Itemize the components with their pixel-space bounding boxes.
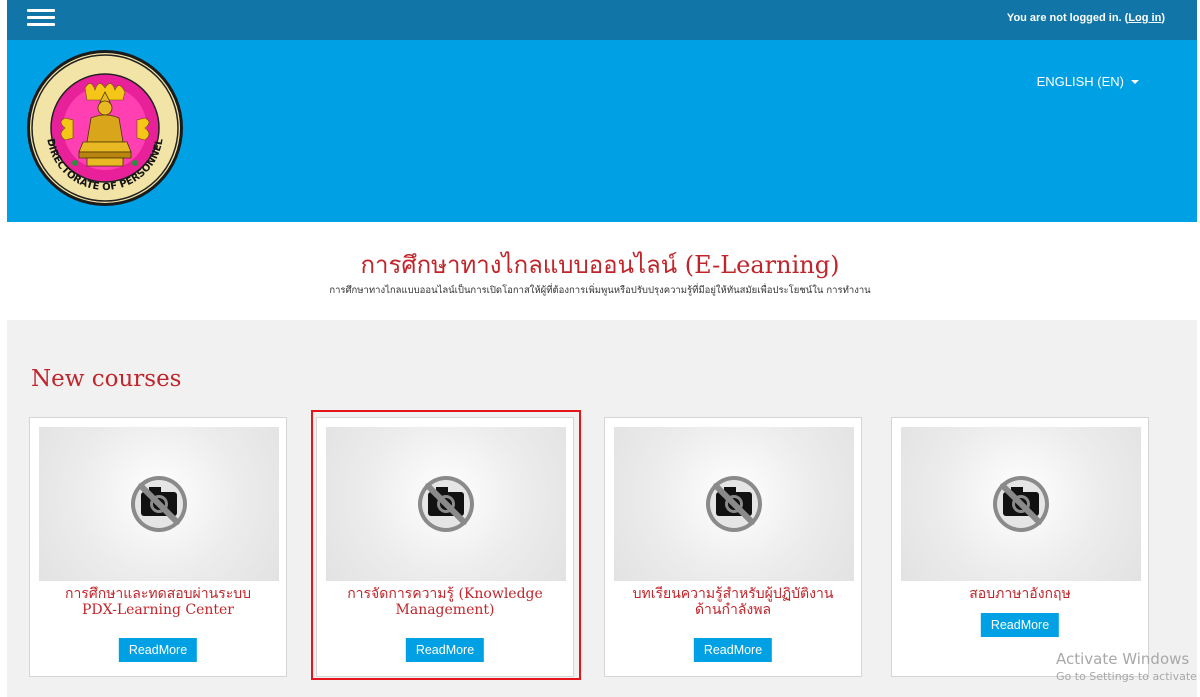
directorate-of-personnel-seal[interactable]: DIRECTORATE OF PERSONNEL (25, 48, 185, 208)
course-card[interactable]: การจัดการความรู้ (Knowledge Management) … (316, 417, 574, 677)
readmore-button[interactable]: ReadMore (980, 613, 1060, 637)
course-title[interactable]: การศึกษาและทดสอบผ่านระบบ PDX-Learning Ce… (38, 586, 278, 618)
site-header: DIRECTORATE OF PERSONNEL ENGLISH (EN) (7, 40, 1197, 222)
language-selector[interactable]: ENGLISH (EN) (1037, 74, 1139, 89)
site-title: การศึกษาทางไกลแบบออนไลน์ (E-Learning) (360, 251, 840, 279)
course-title-line2: PDX-Learning Center (81, 602, 234, 618)
course-title-line2: ด้านกำลังพล (694, 602, 772, 618)
course-image-placeholder[interactable] (326, 427, 566, 581)
course-card[interactable]: การศึกษาและทดสอบผ่านระบบ PDX-Learning Ce… (29, 417, 287, 677)
course-image-placeholder[interactable] (39, 427, 279, 581)
course-title-line1: บทเรียนความรู้สำหรับผู้ปฏิบัติงาน (632, 586, 834, 602)
readmore-button[interactable]: ReadMore (693, 638, 773, 662)
course-card[interactable]: บทเรียนความรู้สำหรับผู้ปฏิบัติงาน ด้านกำ… (604, 417, 862, 677)
course-title-line1: สอบภาษาอังกฤษ (969, 586, 1071, 602)
no-image-camera-icon (993, 476, 1049, 532)
readmore-button[interactable]: ReadMore (405, 638, 485, 662)
login-link[interactable]: Log in (1128, 12, 1161, 24)
login-status-suffix: ) (1161, 12, 1165, 24)
hamburger-menu-icon[interactable] (27, 5, 55, 29)
no-image-camera-icon (706, 476, 762, 532)
watermark-line2: Go to Settings to activate Windows. (1056, 670, 1200, 683)
course-title[interactable]: การจัดการความรู้ (Knowledge Management) (325, 586, 565, 618)
readmore-button[interactable]: ReadMore (118, 638, 198, 662)
course-title-line1: การจัดการความรู้ (Knowledge (347, 586, 543, 602)
top-navbar: You are not logged in. (Log in) (7, 0, 1197, 40)
course-title-line1: การศึกษาและทดสอบผ่านระบบ (64, 586, 252, 602)
course-title[interactable]: บทเรียนความรู้สำหรับผู้ปฏิบัติงาน ด้านกำ… (613, 586, 853, 618)
course-image-placeholder[interactable] (614, 427, 854, 581)
site-subtitle: การศึกษาทางไกลแบบออนไลน์เป็นการเปิดโอกาส… (329, 285, 871, 296)
activate-windows-watermark: Activate Windows Go to Settings to activ… (1056, 650, 1200, 683)
course-card[interactable]: สอบภาษาอังกฤษ ReadMore (891, 417, 1149, 677)
course-title-line2: Management) (395, 602, 495, 618)
no-image-camera-icon (418, 476, 474, 532)
login-status-text: You are not logged in. ( (1006, 12, 1129, 24)
course-title[interactable]: สอบภาษาอังกฤษ (900, 586, 1140, 602)
caret-down-icon (1131, 80, 1139, 84)
course-image-placeholder[interactable] (901, 427, 1141, 581)
login-status: You are not logged in. (Log in) (1007, 12, 1165, 24)
new-courses-heading: New courses (31, 366, 182, 392)
language-label: ENGLISH (EN) (1036, 74, 1124, 89)
no-image-camera-icon (131, 476, 187, 532)
watermark-line1: Activate Windows (1056, 650, 1190, 668)
new-courses-section: New courses การศึกษาและทดสอบผ่านระบบ PDX… (7, 320, 1197, 697)
